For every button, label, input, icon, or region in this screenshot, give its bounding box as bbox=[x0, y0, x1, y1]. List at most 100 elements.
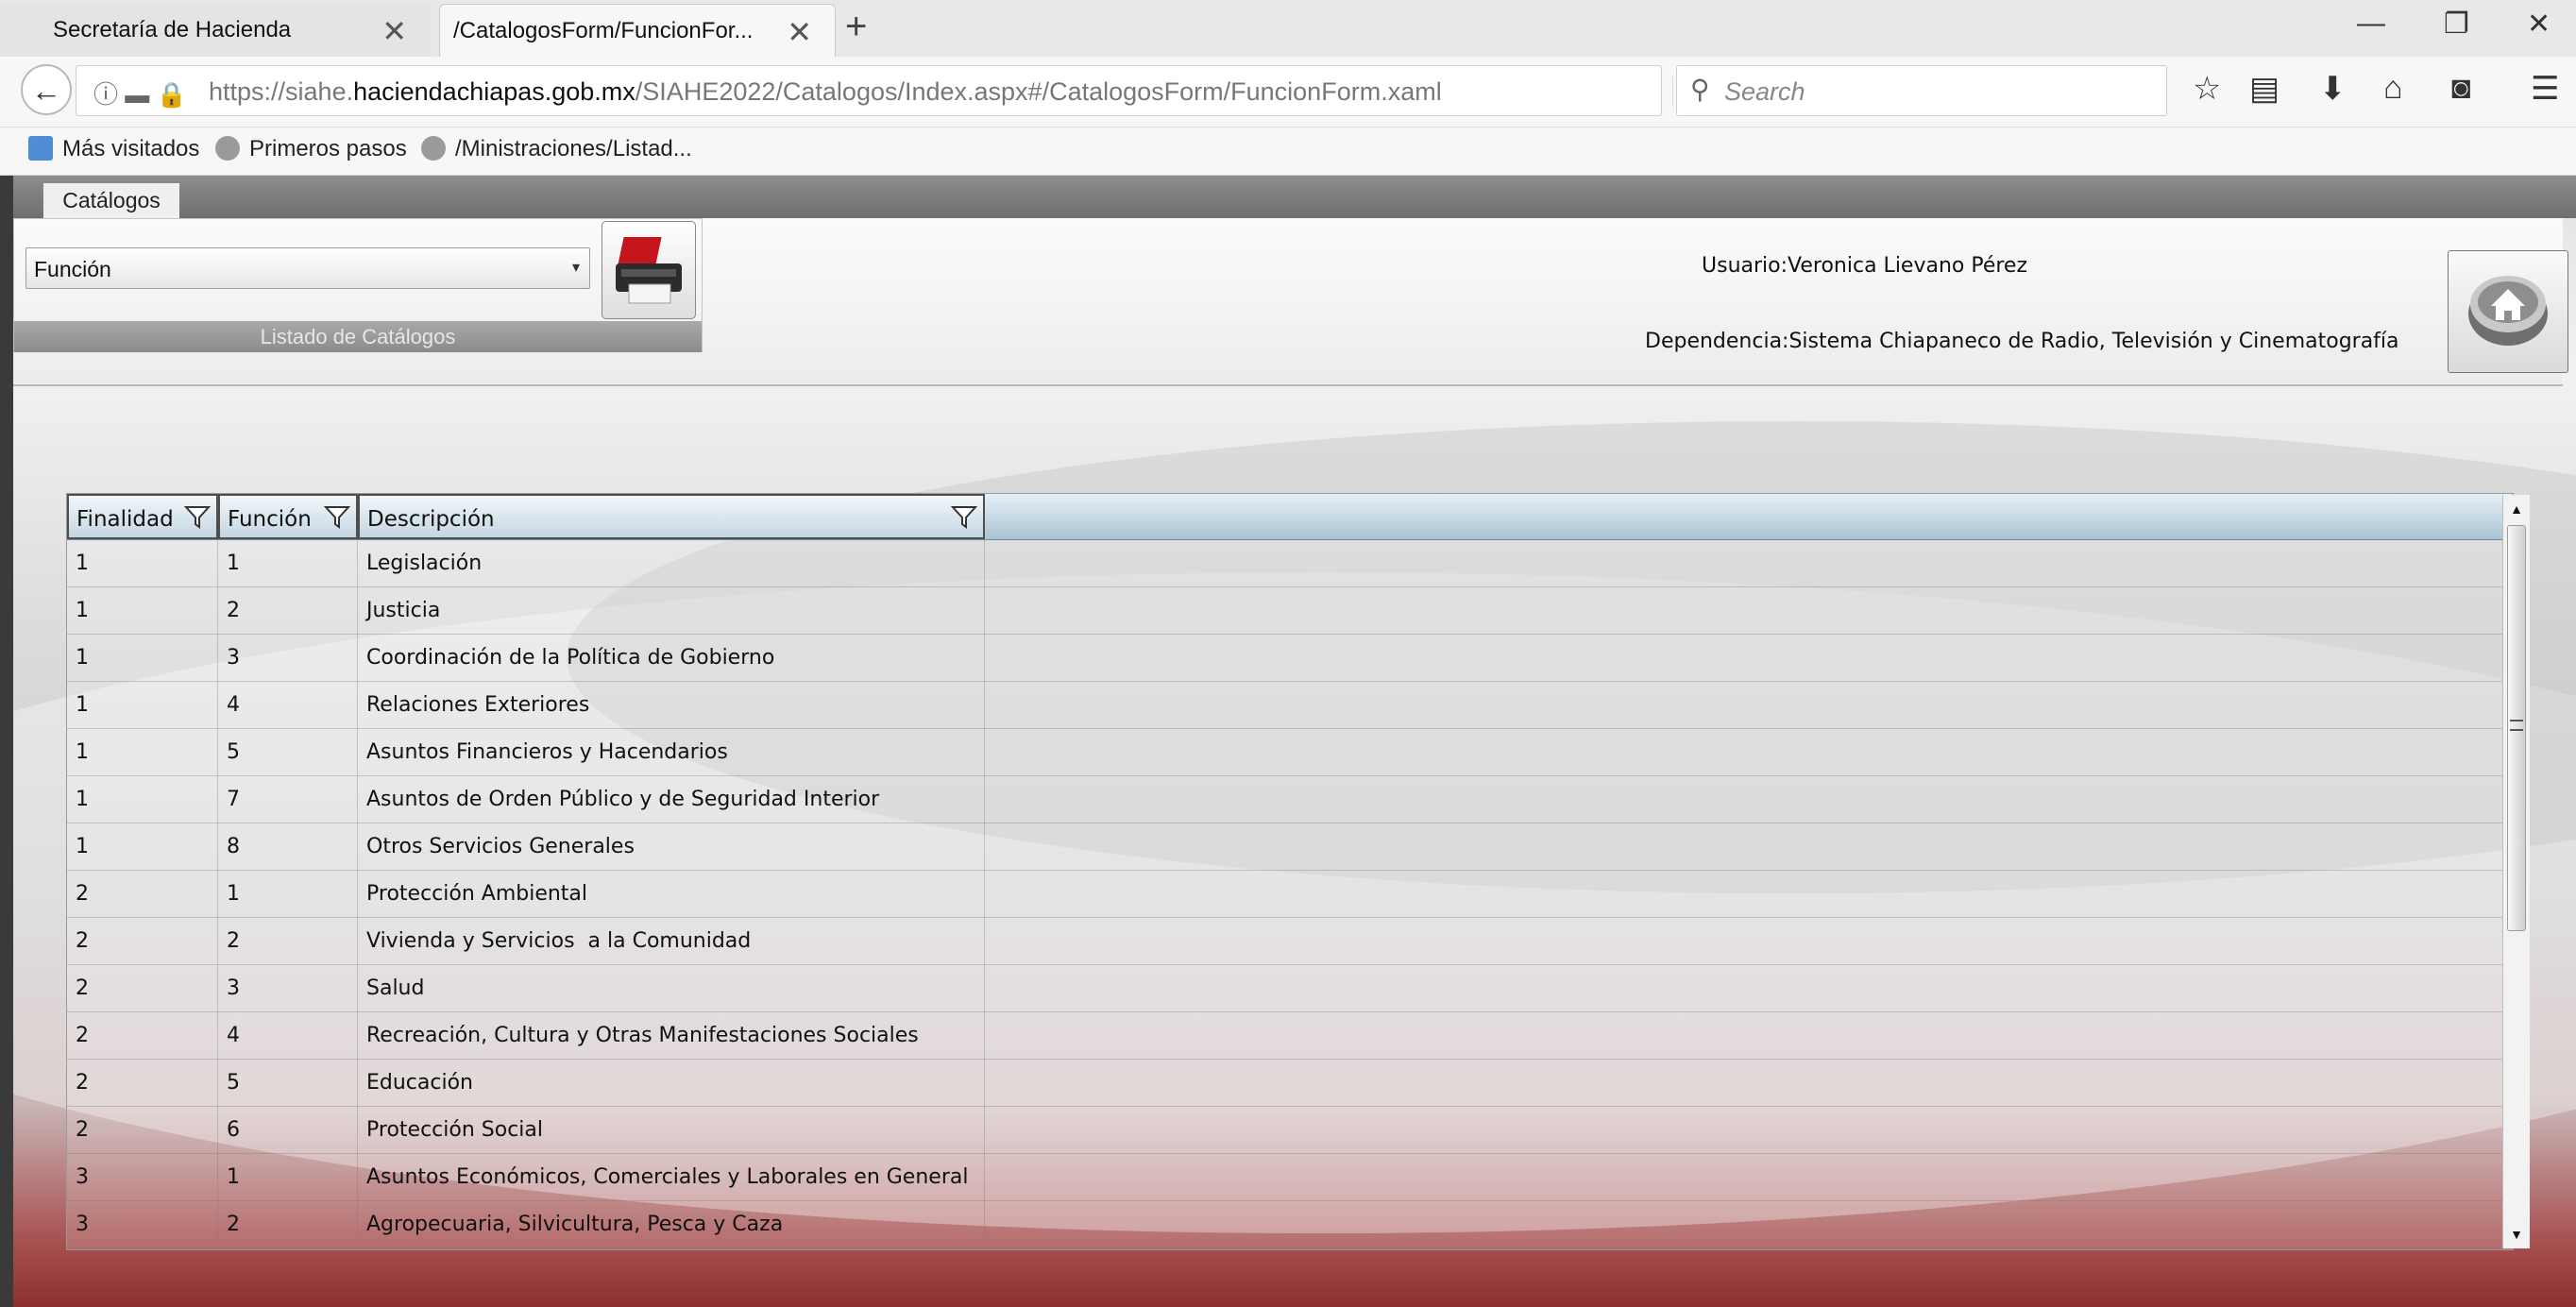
cell-finalidad: 2 bbox=[67, 1106, 218, 1153]
cell-funcion: 4 bbox=[218, 681, 358, 728]
cell-funcion: 2 bbox=[218, 586, 358, 634]
cell-funcion: 3 bbox=[218, 964, 358, 1011]
scroll-down-icon[interactable]: ▼ bbox=[2505, 1222, 2528, 1247]
address-bar[interactable]: ⓘ ▬ 🔒 https://siahe.haciendachiapas.gob.… bbox=[76, 65, 1712, 116]
home-button[interactable] bbox=[2448, 250, 2568, 373]
catalog-group: Función ▾ Listado de Catálogos bbox=[13, 218, 703, 352]
cell-funcion: 7 bbox=[218, 775, 358, 823]
table-row[interactable]: 1 2 Justicia bbox=[67, 586, 2503, 635]
cell-descripcion: Otros Servicios Generales bbox=[358, 823, 985, 870]
cell-descripcion: Protección Ambiental bbox=[358, 870, 985, 917]
app-area: Catálogos Función ▾ Listado de Catálogos… bbox=[0, 176, 2576, 1307]
menu-icon[interactable]: ☰ bbox=[2531, 70, 2559, 108]
table-row[interactable]: 3 1 Asuntos Económicos, Comerciales y La… bbox=[67, 1153, 2503, 1201]
table-row[interactable]: 2 4 Recreación, Cultura y Otras Manifest… bbox=[67, 1011, 2503, 1060]
filter-icon[interactable] bbox=[184, 503, 211, 530]
globe-icon bbox=[215, 136, 240, 161]
grip-icon bbox=[2510, 720, 2523, 731]
column-header-descripcion[interactable]: Descripción bbox=[358, 494, 985, 539]
filter-icon[interactable] bbox=[324, 503, 350, 530]
cell-finalidad: 1 bbox=[67, 681, 218, 728]
catalog-select[interactable]: Función ▾ bbox=[25, 247, 590, 289]
cell-descripcion: Vivienda y Servicios a la Comunidad bbox=[358, 917, 985, 964]
cell-funcion: 3 bbox=[218, 634, 358, 681]
close-window-icon[interactable]: ✕ bbox=[2527, 8, 2551, 41]
cell-funcion: 2 bbox=[218, 917, 358, 964]
table-row[interactable]: 2 2 Vivienda y Servicios a la Comunidad bbox=[67, 917, 2503, 965]
tab-label: Secretaría de Hacienda bbox=[53, 17, 292, 42]
cell-funcion: 1 bbox=[218, 539, 358, 586]
column-header-finalidad[interactable]: Finalidad bbox=[67, 494, 218, 539]
minimize-icon[interactable]: — bbox=[2357, 8, 2385, 40]
cell-descripcion: Legislación bbox=[358, 539, 985, 586]
cell-finalidad: 1 bbox=[67, 728, 218, 775]
bookmark-ministraciones[interactable]: /Ministraciones/Listad... bbox=[421, 136, 692, 162]
cell-descripcion: Justicia bbox=[358, 586, 985, 634]
cell-finalidad: 3 bbox=[67, 1200, 218, 1248]
window-frame-left bbox=[0, 176, 13, 1307]
bookmark-primeros-pasos[interactable]: Primeros pasos bbox=[215, 136, 407, 162]
download-icon[interactable]: ⬇ bbox=[2319, 70, 2347, 108]
header-toolbar: Función ▾ Listado de Catálogos Usuario:V… bbox=[13, 218, 2568, 386]
bookmark-mas-visitados[interactable]: Más visitados bbox=[28, 136, 199, 162]
browser-tab-funcionform[interactable]: /CatalogosForm/FuncionFor... ✕ bbox=[439, 4, 836, 57]
folder-icon bbox=[28, 136, 53, 161]
scroll-thumb[interactable] bbox=[2507, 525, 2526, 931]
cell-descripcion: Educación bbox=[358, 1059, 985, 1106]
grid-header: Finalidad Función Descripción bbox=[67, 494, 2511, 540]
browser-tab-hacienda[interactable]: Secretaría de Hacienda ✕ bbox=[0, 4, 430, 57]
cell-descripcion: Relaciones Exteriores bbox=[358, 681, 985, 728]
print-button[interactable] bbox=[602, 221, 696, 319]
cell-finalidad: 2 bbox=[67, 917, 218, 964]
close-tab-icon[interactable]: ✕ bbox=[787, 14, 812, 50]
column-header-funcion[interactable]: Función bbox=[218, 494, 358, 539]
grid-vertical-scrollbar[interactable]: ▲ ▼ bbox=[2502, 495, 2530, 1248]
table-row[interactable]: 1 1 Legislación bbox=[67, 539, 2503, 587]
table-row[interactable]: 1 7 Asuntos de Orden Público y de Seguri… bbox=[67, 775, 2503, 823]
table-row[interactable]: 2 6 Protección Social bbox=[67, 1106, 2503, 1154]
home-icon bbox=[2468, 276, 2548, 346]
cell-funcion: 1 bbox=[218, 1153, 358, 1200]
star-icon[interactable]: ☆ bbox=[2193, 70, 2221, 108]
table-row[interactable]: 1 4 Relaciones Exteriores bbox=[67, 681, 2503, 729]
browser-nav-bar: ← ⓘ ▬ 🔒 https://siahe.haciendachiapas.go… bbox=[0, 57, 2576, 127]
search-input[interactable]: ⚲ Search bbox=[1676, 65, 2167, 116]
cell-funcion: 4 bbox=[218, 1011, 358, 1059]
cell-finalidad: 2 bbox=[67, 964, 218, 1011]
table-row[interactable]: 1 5 Asuntos Financieros y Hacendarios bbox=[67, 728, 2503, 776]
cell-finalidad: 1 bbox=[67, 586, 218, 634]
pocket-icon[interactable]: ◙ bbox=[2451, 70, 2471, 107]
tab-catalogos[interactable]: Catálogos bbox=[43, 183, 179, 218]
site-info-icon[interactable]: ⓘ ▬ 🔒 bbox=[93, 76, 187, 110]
cell-finalidad: 1 bbox=[67, 775, 218, 823]
search-icon: ⚲ bbox=[1690, 75, 1710, 104]
catalog-group-caption: Listado de Catálogos bbox=[14, 321, 702, 352]
new-tab-icon[interactable]: + bbox=[845, 6, 867, 48]
cell-finalidad: 1 bbox=[67, 539, 218, 586]
home-icon[interactable]: ⌂ bbox=[2383, 70, 2403, 107]
chevron-down-icon: ▾ bbox=[571, 260, 580, 276]
bookmarks-bar: Más visitados Primeros pasos /Ministraci… bbox=[0, 127, 2576, 176]
url-text: https://siahe.haciendachiapas.gob.mx/SIA… bbox=[209, 77, 1442, 106]
filter-icon[interactable] bbox=[951, 503, 977, 530]
cell-funcion: 1 bbox=[218, 870, 358, 917]
close-tab-icon[interactable]: ✕ bbox=[381, 13, 407, 49]
back-arrow-icon[interactable]: ← bbox=[21, 64, 72, 115]
table-row[interactable]: 3 2 Agropecuaria, Silvicultura, Pesca y … bbox=[67, 1200, 2503, 1248]
table-row[interactable]: 1 8 Otros Servicios Generales bbox=[67, 823, 2503, 871]
globe-icon bbox=[421, 136, 446, 161]
table-row[interactable]: 2 5 Educación bbox=[67, 1059, 2503, 1107]
cell-funcion: 2 bbox=[218, 1200, 358, 1248]
printer-icon bbox=[616, 237, 682, 304]
table-row[interactable]: 2 1 Protección Ambiental bbox=[67, 870, 2503, 918]
cell-descripcion: Asuntos Financieros y Hacendarios bbox=[358, 728, 985, 775]
scroll-up-icon[interactable]: ▲ bbox=[2505, 497, 2528, 521]
cell-descripcion: Coordinación de la Política de Gobierno bbox=[358, 634, 985, 681]
table-row[interactable]: 1 3 Coordinación de la Política de Gobie… bbox=[67, 634, 2503, 682]
restore-icon[interactable]: ❐ bbox=[2444, 8, 2469, 41]
reading-list-icon[interactable]: ▤ bbox=[2249, 70, 2279, 108]
browser-tab-bar: Secretaría de Hacienda ✕ /CatalogosForm/… bbox=[0, 0, 2576, 57]
cell-finalidad: 1 bbox=[67, 634, 218, 681]
table-row[interactable]: 2 3 Salud bbox=[67, 964, 2503, 1012]
cell-finalidad: 2 bbox=[67, 1059, 218, 1106]
